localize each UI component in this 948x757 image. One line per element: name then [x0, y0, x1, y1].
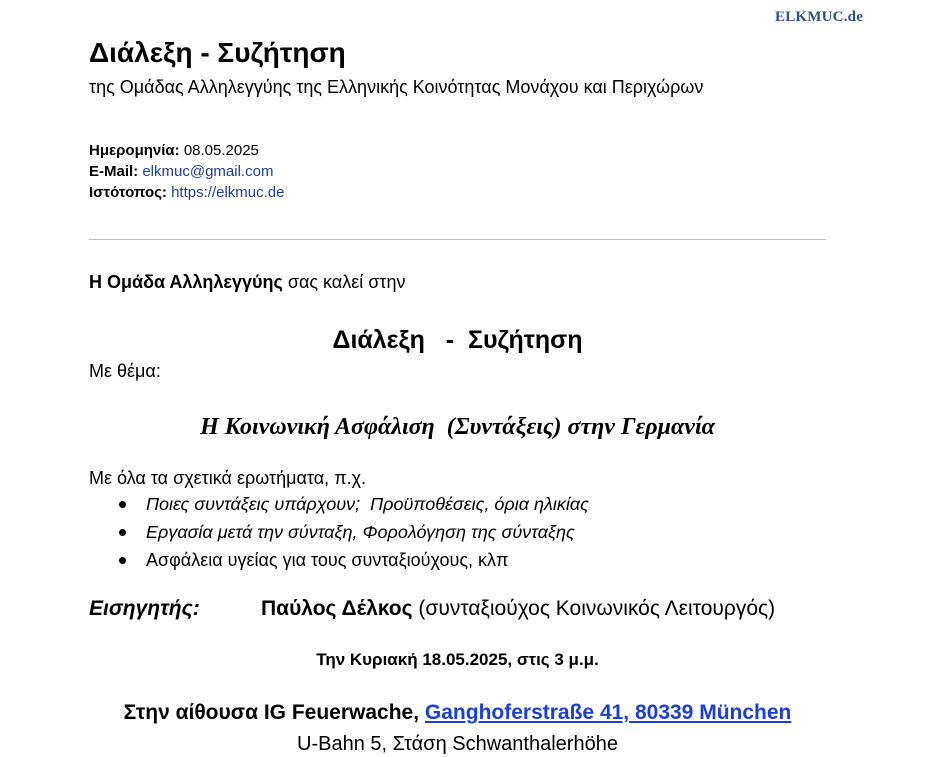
- date-value: 08.05.2025: [183, 142, 259, 159]
- website-link[interactable]: https://elkmuc.de: [171, 184, 284, 201]
- list-item: Ασφάλεια υγείας για τους συνταξιούχους, …: [89, 546, 589, 574]
- venue-address-link[interactable]: Ganghoferstraße 41, 80339 München: [425, 701, 791, 724]
- document-subtitle: της Ομάδας Αλληλεγγύης της Ελληνικής Κοι…: [89, 77, 704, 97]
- email-link[interactable]: elkmuc@gmail.com: [142, 163, 273, 180]
- venue-prefix: Στην αίθουσα IG Feuerwache,: [123, 701, 425, 724]
- questions-list: Ποιες συντάξεις υπάρχουν; Προϋποθέσεις, …: [89, 490, 589, 574]
- elkmuc-logo: ELKMUC.de: [775, 9, 864, 25]
- speaker-name: Παύλος Δέλκος: [261, 597, 413, 620]
- subject-label: Με θέμα:: [89, 361, 161, 381]
- event-datetime: Την Κυριακή 18.05.2025, στις 3 μ.μ.: [316, 650, 599, 669]
- questions-intro: Με όλα τα σχετικά ερωτήματα, π.χ.: [89, 468, 367, 488]
- email-label: E-Mail:: [89, 163, 139, 180]
- website-label: Ιστότοπος:: [89, 184, 167, 201]
- date-label: Ημερομηνία:: [89, 142, 180, 159]
- speaker-line: Εισηγητής: Παύλος Δέλκος (συνταξιούχος Κο…: [89, 596, 775, 622]
- event-topic: Η Κοινωνική Ασφάλιση (Συντάξεις) στην Γε…: [200, 414, 715, 440]
- section-divider: [89, 239, 826, 240]
- intro-group-name: Η Ομάδα Αλληλεγγύης: [89, 272, 283, 292]
- intro-text: σας καλεί στην: [282, 272, 406, 292]
- meta-website: Ιστότοπος: https://elkmuc.de: [89, 183, 284, 203]
- meta-date: Ημερομηνία: 08.05.2025: [89, 141, 259, 161]
- speaker-label: Εισηγητής:: [89, 597, 200, 620]
- document-title: Διάλεξη - Συζήτηση: [89, 37, 346, 68]
- invitation-intro: Η Ομάδα Αλληλεγγύης σας καλεί στην: [89, 271, 405, 293]
- list-item: Εργασία μετά την σύνταξη, Φορολόγηση της…: [89, 518, 589, 546]
- transit-info: U-Bahn 5, Στάση Schwanthalerhöhe: [297, 733, 618, 755]
- meta-email: E-Mail: elkmuc@gmail.com: [89, 162, 273, 182]
- speaker-role: (συνταξιούχος Κοινωνικός Λειτουργός): [412, 597, 776, 620]
- event-heading: Διάλεξη - Συζήτηση: [332, 326, 583, 354]
- event-venue: Στην αίθουσα IG Feuerwache, Ganghoferstr…: [89, 700, 826, 726]
- list-item: Ποιες συντάξεις υπάρχουν; Προϋποθέσεις, …: [89, 490, 589, 518]
